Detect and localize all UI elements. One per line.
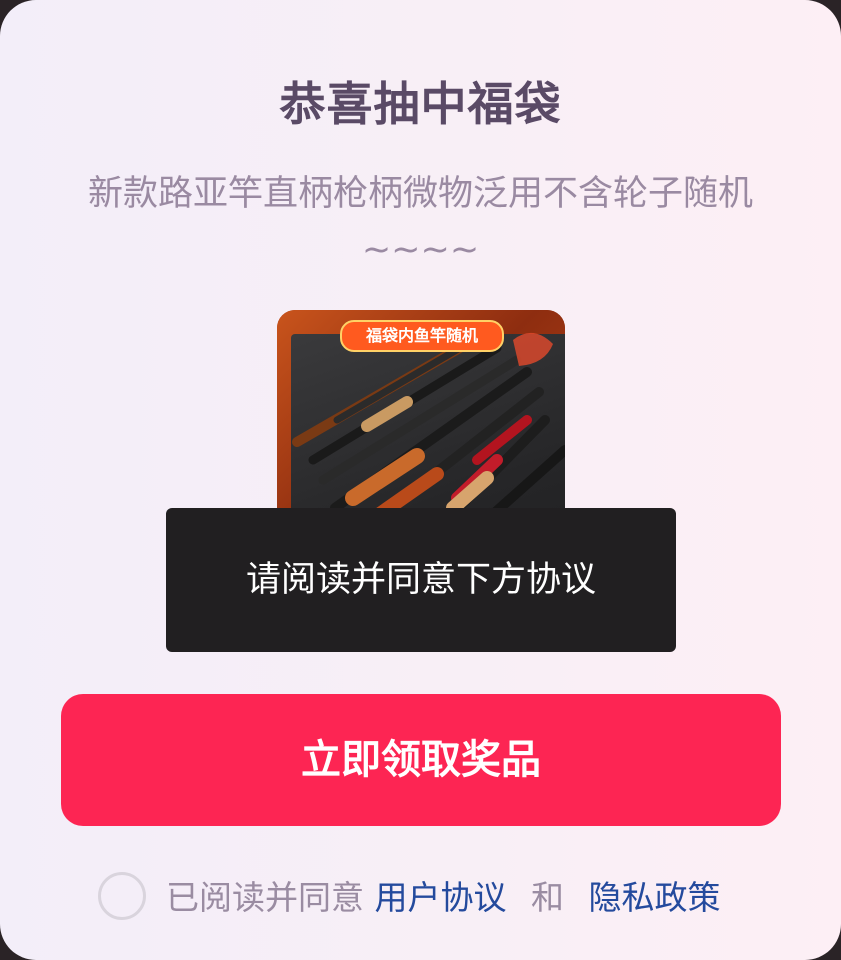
product-badge: 福袋内鱼竿随机 <box>340 320 504 352</box>
user-agreement-link[interactable]: 用户协议 <box>375 878 507 917</box>
prize-dialog: 恭喜抽中福袋 新款路亚竿直柄枪柄微物泛用不含轮子随机~~~~ 福袋内鱼竿随机 请… <box>0 0 841 960</box>
agreement-text: 已阅读并同意 用户协议 和 隐私政策 <box>166 878 721 918</box>
agreement-conjunction: 和 <box>531 878 564 917</box>
agreement-prefix: 已阅读并同意 <box>166 878 364 917</box>
dialog-title: 恭喜抽中福袋 <box>279 77 562 131</box>
toast-message: 请阅读并同意下方协议 <box>166 508 676 652</box>
toast-text: 请阅读并同意下方协议 <box>245 560 596 600</box>
agreement-row: 已阅读并同意 用户协议 和 隐私政策 <box>98 868 798 928</box>
agreement-checkbox[interactable] <box>98 872 146 920</box>
prize-description: 新款路亚竿直柄枪柄微物泛用不含轮子随机~~~~ <box>87 174 753 270</box>
privacy-policy-link[interactable]: 隐私政策 <box>589 878 721 917</box>
claim-prize-button[interactable]: 立即领取奖品 <box>61 694 781 826</box>
